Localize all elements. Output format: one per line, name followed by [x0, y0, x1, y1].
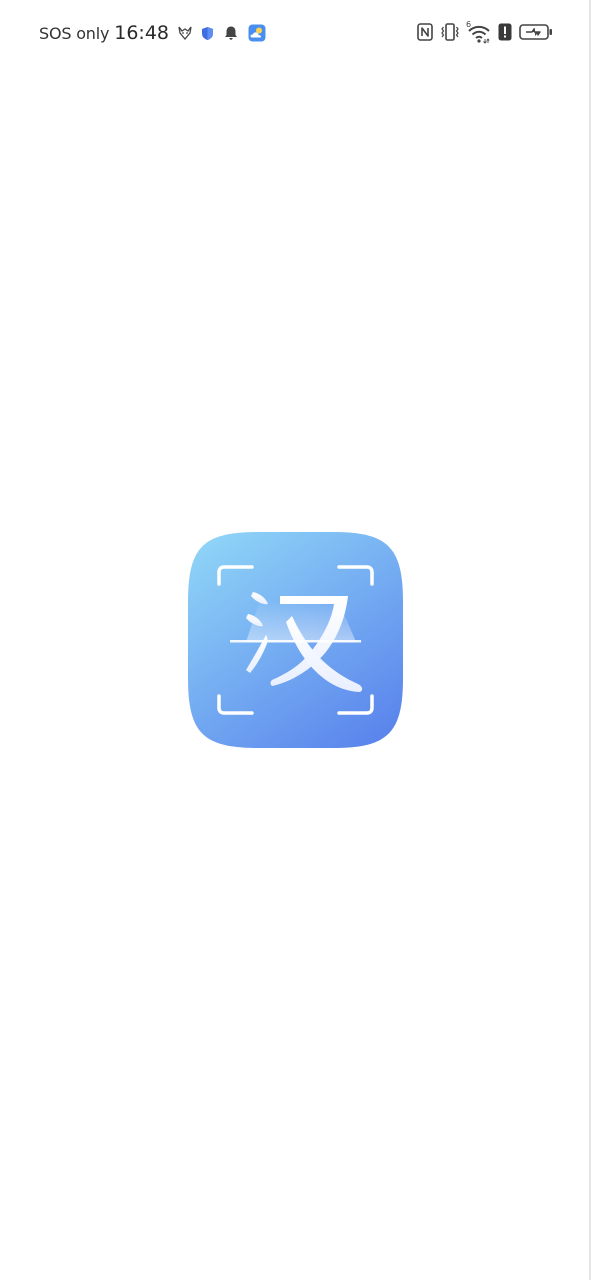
bell-icon [223, 25, 239, 41]
status-bar-left: SOS only 16:48 [39, 18, 266, 48]
battery-charging-icon [519, 23, 553, 45]
status-bar: SOS only 16:48 6 [0, 0, 591, 66]
splash-screen: SOS only 16:48 6 [0, 0, 591, 1280]
weather-icon [248, 24, 266, 42]
app-logo [188, 532, 403, 748]
carrier-label: SOS only [39, 23, 110, 43]
clock: 16:48 [114, 22, 170, 44]
fox-mask-icon [178, 26, 192, 40]
alert-icon [498, 23, 512, 45]
shield-icon [201, 26, 214, 41]
nfc-icon [417, 23, 433, 45]
status-bar-right: 6 [417, 20, 553, 48]
wifi-icon: 6 [466, 20, 491, 44]
han-character-scan-icon [188, 532, 403, 748]
vibrate-icon [440, 23, 460, 45]
